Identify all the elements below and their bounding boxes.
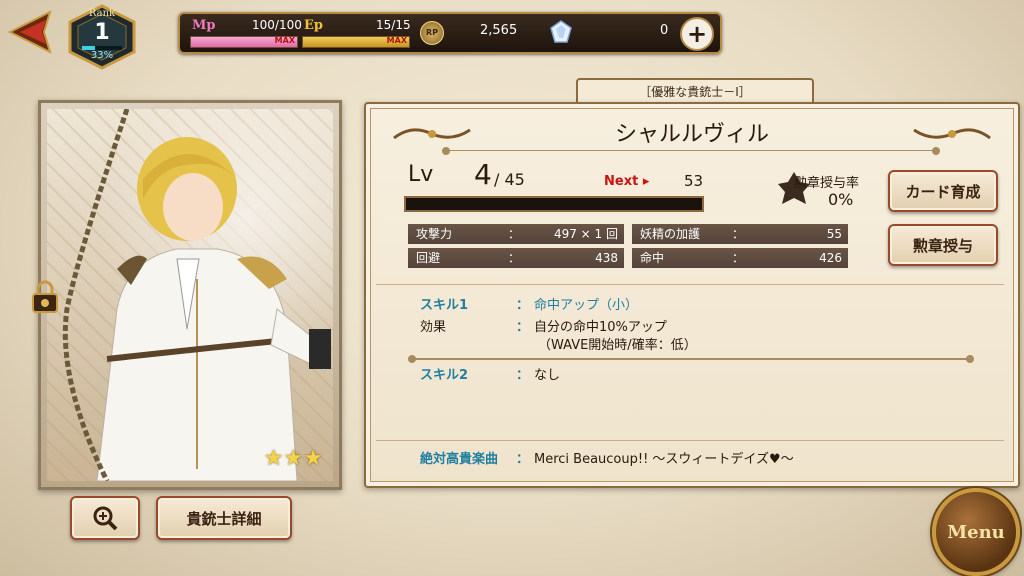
ep-value: 15/15 <box>376 18 411 32</box>
name-divider <box>442 147 940 155</box>
star-icon: ★ <box>283 446 304 471</box>
lock-icon[interactable] <box>30 280 60 314</box>
skill2-label: スキル2 <box>420 368 469 383</box>
stat-fairy-protection: 妖精の加護： 55 <box>632 224 848 244</box>
skill-divider <box>408 355 974 363</box>
stat-evasion: 回避： 438 <box>408 248 624 268</box>
rank-value: 1 <box>94 20 110 45</box>
song-colon: ： <box>516 452 530 467</box>
rp-value: 2,565 <box>480 23 518 38</box>
stat-accuracy: 命中： 426 <box>632 248 848 268</box>
mp-max: MAX <box>274 36 295 45</box>
character-card[interactable]: ★★★ <box>38 100 342 490</box>
plus-icon: + <box>686 20 708 48</box>
song-value: Merci Beaucoup!! ～スウィートデイズ♥～ <box>534 452 794 467</box>
stat-attack: 攻撃力： 497 × 1 回 <box>408 224 624 244</box>
song-section-line <box>376 440 1004 441</box>
effect-line2: （WAVE開始時/確率：低） <box>538 338 697 353</box>
medal-rate-value: 0% <box>828 190 854 209</box>
effect-label: 効果 <box>420 320 447 335</box>
exp-bar <box>404 196 704 212</box>
level-max: / 45 <box>494 170 525 189</box>
character-portrait: ★★★ <box>47 109 333 481</box>
status-bar: Mp 100/100 MAX Ep 15/15 MAX RP 2,565 0 + <box>178 12 722 54</box>
next-label: Next ▸ <box>604 174 650 189</box>
rp-icon: RP <box>420 21 444 45</box>
magnifier-plus-icon <box>93 506 118 531</box>
star-icon: ★ <box>303 446 323 471</box>
mp-value: 100/100 <box>252 18 302 32</box>
mp-bar: MAX <box>190 36 298 48</box>
left-ornament-icon <box>393 128 471 140</box>
info-panel: シャルルヴィル Lv 4 / 45 Next ▸ 53 勲章授与率 0% 攻撃力… <box>364 102 1020 488</box>
medal-award-button[interactable]: 勲章授与 <box>888 224 998 266</box>
effect-line1: 自分の命中10%アップ <box>534 320 667 335</box>
add-gem-button[interactable]: + <box>680 17 714 51</box>
card-training-button[interactable]: カード育成 <box>888 170 998 212</box>
ep-bar: MAX <box>302 36 410 48</box>
gem-icon <box>548 19 574 45</box>
song-label: 絶対高貴楽曲 <box>420 452 499 467</box>
back-button[interactable] <box>6 10 62 54</box>
skill2-value: なし <box>534 368 561 383</box>
skill1-label: スキル1 <box>420 298 469 313</box>
card-title-tab: ［優雅な貴銃士－Ⅰ］ <box>576 78 814 104</box>
rarity-stars: ★★★ <box>264 446 323 471</box>
rank-badge: Rank 1 33% <box>64 4 140 70</box>
zoom-button[interactable] <box>70 496 140 540</box>
ep-label: Ep <box>304 18 323 33</box>
medal-rate-label: 勲章授与率 <box>794 176 860 191</box>
level-value: 4 <box>474 158 492 191</box>
ep-max: MAX <box>386 36 407 45</box>
effect-colon: ： <box>516 320 530 335</box>
gunner-detail-button[interactable]: 貴銃士詳細 <box>156 496 292 540</box>
skill1-value: 命中アップ（小） <box>534 298 639 313</box>
level-label: Lv <box>408 162 434 187</box>
character-name: シャルルヴィル <box>614 122 769 147</box>
skill1-colon: ： <box>516 298 530 313</box>
section-line <box>376 284 1004 285</box>
star-icon: ★ <box>263 446 284 471</box>
gem-value: 0 <box>660 23 669 38</box>
right-ornament-icon <box>913 128 991 140</box>
mp-label: Mp <box>192 18 216 33</box>
menu-button[interactable]: Menu <box>932 488 1020 576</box>
skill2-colon: ： <box>516 368 530 383</box>
rank-progress: 33% <box>90 50 114 61</box>
rank-label: Rank <box>88 8 116 19</box>
next-value: 53 <box>684 172 704 190</box>
